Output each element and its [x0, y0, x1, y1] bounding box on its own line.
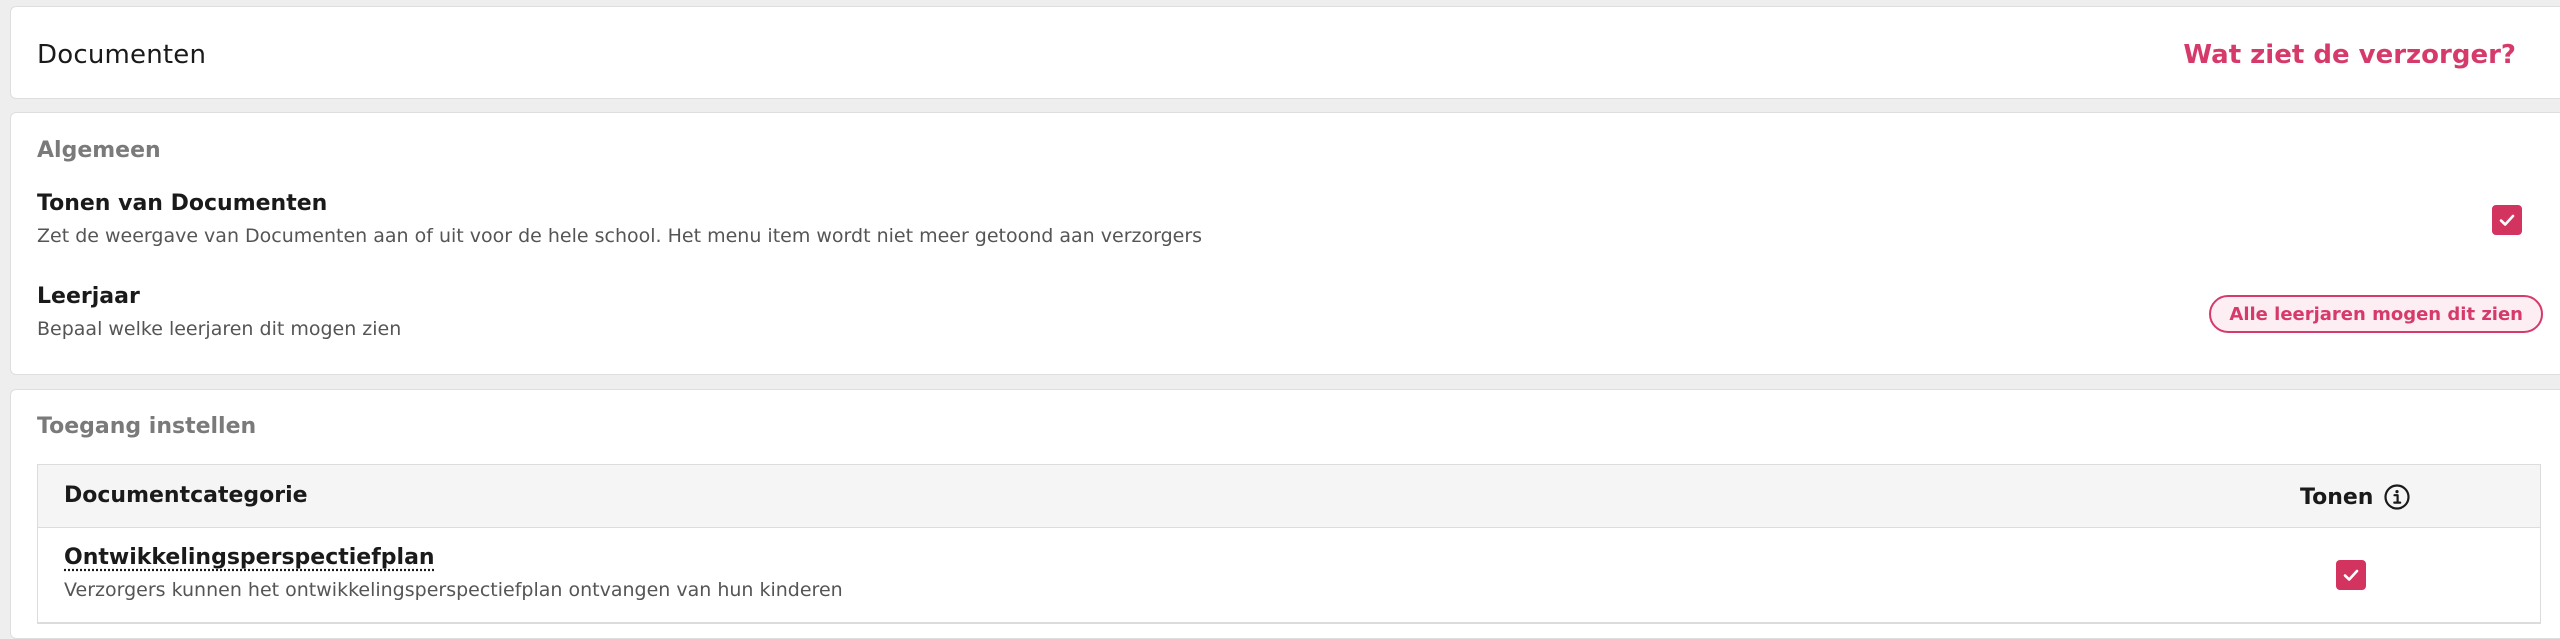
school-year-description: Bepaal welke leerjaren dit mogen zien [37, 318, 402, 340]
access-settings-card: Toegang instellen Documentcategorie Tone… [10, 389, 2560, 639]
guardian-view-link[interactable]: Wat ziet de verzorger? [2183, 40, 2516, 70]
column-header-show-label: Tonen [2300, 484, 2374, 510]
show-documents-checkbox[interactable] [2492, 205, 2522, 235]
school-year-title: Leerjaar [37, 284, 140, 309]
show-documents-title: Tonen van Documenten [37, 191, 328, 216]
category-description: Verzorgers kunnen het ontwikkelingspersp… [64, 579, 843, 601]
info-icon[interactable] [2383, 483, 2411, 511]
school-year-select-button[interactable]: Alle leerjaren mogen dit zien [2209, 295, 2543, 333]
section-title-access: Toegang instellen [37, 414, 257, 439]
column-header-category: Documentcategorie [64, 483, 308, 508]
category-name[interactable]: Ontwikkelingsperspectiefplan [64, 545, 435, 570]
column-header-show: Tonen [2300, 483, 2411, 511]
header-card: Documenten Wat ziet de verzorger? [10, 6, 2560, 99]
section-title-general: Algemeen [37, 138, 161, 163]
general-settings-card: Algemeen Tonen van Documenten Zet de wee… [10, 112, 2560, 375]
document-category-table: Documentcategorie Tonen Ontwikkelingsper… [37, 464, 2541, 624]
page-title: Documenten [37, 40, 207, 70]
table-row: Ontwikkelingsperspectiefplan Verzorgers … [38, 528, 2540, 623]
table-header: Documentcategorie Tonen [38, 465, 2540, 528]
category-show-checkbox[interactable] [2336, 560, 2366, 590]
show-documents-description: Zet de weergave van Documenten aan of ui… [37, 225, 1203, 247]
check-icon [2499, 214, 2515, 226]
check-icon [2343, 569, 2359, 581]
